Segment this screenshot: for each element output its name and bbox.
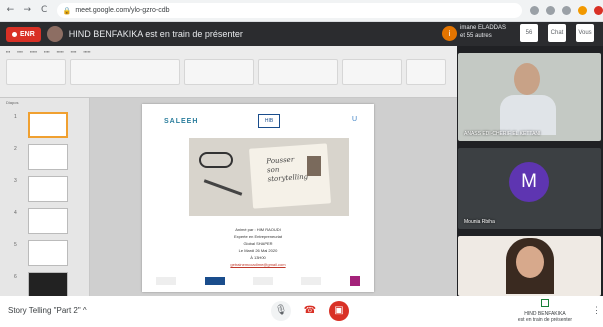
current-slide: SALEEH HIB U Pousser son storytelling An… bbox=[142, 104, 374, 292]
meeting-details[interactable]: Story Telling "Part 2" ^ bbox=[8, 306, 87, 315]
participant-name: ANASS EDI-CHERIF EL KETTANI bbox=[464, 131, 541, 137]
presenting-banner: HIND BENFAKIKA est en train de présenter bbox=[68, 29, 243, 39]
participant-video bbox=[500, 63, 556, 135]
participant-avatar: M bbox=[509, 162, 549, 202]
slides-panel: Diapos 1 2 3 4 5 6 bbox=[0, 98, 90, 298]
presenter-line: Animé par : HIM RAOUDI bbox=[235, 227, 281, 232]
eu-flag-logo bbox=[204, 277, 225, 285]
partner-logo bbox=[252, 277, 273, 285]
hem-logo bbox=[301, 277, 322, 285]
back-button[interactable]: ← bbox=[4, 4, 17, 17]
video-face bbox=[516, 246, 544, 278]
star-icon[interactable] bbox=[546, 6, 556, 15]
address-bar[interactable]: 🔒 meet.google.com/ylo-gzro-cdb bbox=[56, 3, 523, 18]
participant-tile[interactable] bbox=[458, 236, 601, 296]
present-screen-icon bbox=[541, 299, 549, 307]
ribbon-tabs: ▪▪▪ ▪▪▪▪ ▪▪▪▪▪ ▪▪▪▪ ▪▪▪▪▪ ▪▪▪▪ ▪▪▪▪▪ bbox=[6, 49, 91, 54]
participant-tile[interactable]: M Mounia Rbiha bbox=[458, 148, 601, 229]
slide-details: Animé par : HIM RAOUDI Experte en Entrep… bbox=[142, 226, 374, 268]
presenting-label: est en train de présenter bbox=[517, 317, 573, 323]
date-line: Le Mardi 26 Mai 2020 bbox=[238, 248, 278, 253]
participants-summary[interactable]: imane ELADDAS et 55 autres bbox=[460, 24, 506, 40]
slide-hero-image: Pousser son storytelling bbox=[189, 138, 349, 216]
role-line: Experte en Entrepreneuriat bbox=[233, 234, 283, 239]
participant-count: et 55 autres bbox=[460, 33, 492, 39]
people-icon[interactable]: 56 bbox=[520, 24, 538, 42]
university-logo: U bbox=[352, 116, 358, 123]
slide-thumbnail[interactable] bbox=[28, 112, 68, 138]
auf-logo bbox=[156, 277, 177, 285]
email-link[interactable]: getrainemcoadime@gmail.com bbox=[142, 261, 374, 268]
ribbon-groups bbox=[0, 57, 457, 87]
slide-thumbnail[interactable] bbox=[28, 208, 68, 234]
microphone-button[interactable]: 🎙 bbox=[271, 301, 291, 321]
record-icon bbox=[12, 31, 17, 37]
ribbon-group bbox=[6, 59, 66, 85]
chevron-up-icon: ^ bbox=[82, 306, 87, 315]
recording-label: ENR bbox=[20, 30, 35, 38]
slide-number: 4 bbox=[14, 210, 17, 216]
slide-number: 2 bbox=[14, 146, 17, 152]
slide-number: 1 bbox=[14, 114, 17, 120]
time-line: À 13H00 bbox=[250, 255, 266, 260]
extension-icon[interactable] bbox=[578, 6, 588, 15]
extension-icon[interactable] bbox=[530, 6, 540, 15]
slide-number: 6 bbox=[14, 274, 17, 280]
slide-thumbnail[interactable] bbox=[28, 176, 68, 202]
video-body bbox=[500, 95, 556, 135]
participant-avatar: i bbox=[442, 26, 457, 41]
url-text: meet.google.com/ylo-gzro-cdb bbox=[75, 7, 170, 14]
slide-number: 5 bbox=[14, 242, 17, 248]
video-head bbox=[514, 63, 540, 95]
reload-button[interactable]: C bbox=[38, 4, 51, 17]
forward-button[interactable]: → bbox=[21, 4, 34, 17]
self-view-button[interactable]: Vous bbox=[576, 24, 594, 42]
participant-tile[interactable]: ANASS EDI-CHERIF EL KETTANI bbox=[458, 53, 601, 141]
panel-tabs: Diapos bbox=[6, 100, 19, 105]
ribbon-group bbox=[184, 59, 254, 85]
more-options-button[interactable]: ⋮ bbox=[592, 305, 601, 316]
lock-icon: 🔒 bbox=[62, 6, 72, 15]
top-right-controls: 56 Chat Vous bbox=[520, 24, 594, 42]
glasses-image bbox=[199, 152, 233, 168]
camera-button[interactable]: ▣ bbox=[329, 301, 349, 321]
extension-icon[interactable] bbox=[562, 6, 572, 15]
slide-thumbnail[interactable] bbox=[28, 240, 68, 266]
speaker-photo bbox=[307, 156, 321, 176]
slide-number: 3 bbox=[14, 178, 17, 184]
pen-image bbox=[203, 179, 243, 196]
saleeh-logo: SALEEH bbox=[164, 118, 199, 125]
extension-icons bbox=[530, 6, 603, 15]
profile-icon[interactable] bbox=[594, 6, 603, 15]
slide-thumbnail[interactable] bbox=[28, 144, 68, 170]
participant-name: Mounia Rbiha bbox=[464, 219, 495, 225]
presenter-avatar bbox=[46, 26, 63, 42]
sponsor-logo bbox=[349, 276, 360, 286]
ribbon-group bbox=[70, 59, 180, 85]
hero-title: Pousser son storytelling bbox=[266, 155, 308, 185]
org-line: Global SHAPER bbox=[243, 241, 273, 246]
slide-canvas: SALEEH HIB U Pousser son storytelling An… bbox=[90, 98, 457, 296]
shared-screen: ▪▪▪ ▪▪▪▪ ▪▪▪▪▪ ▪▪▪▪ ▪▪▪▪▪ ▪▪▪▪ ▪▪▪▪▪ Diapos 1 … bbox=[0, 46, 457, 298]
partner-logo: HIB bbox=[258, 114, 280, 128]
chat-button[interactable]: Chat bbox=[548, 24, 566, 42]
meeting-controls-bar: Story Telling "Part 2" ^ 🎙 ☎ ▣ HIND BENF… bbox=[0, 296, 603, 327]
footer-logos bbox=[142, 276, 374, 286]
presenting-status[interactable]: HIND BENFAKIKA est en train de présenter bbox=[500, 299, 590, 323]
ribbon-group bbox=[342, 59, 402, 85]
meet-header: ENR HIND BENFAKIKA est en train de prése… bbox=[0, 22, 603, 46]
meeting-title: Story Telling "Part 2" bbox=[8, 306, 81, 315]
ribbon-group bbox=[406, 59, 446, 85]
ribbon-group bbox=[258, 59, 338, 85]
slide-thumbnail[interactable] bbox=[28, 272, 68, 298]
hang-up-button[interactable]: ☎ bbox=[300, 301, 320, 321]
browser-toolbar: ← → C 🔒 meet.google.com/ylo-gzro-cdb bbox=[0, 0, 603, 22]
participant-name: imane ELADDAS bbox=[460, 25, 507, 31]
recording-badge: ENR bbox=[6, 26, 41, 42]
presentation-ribbon: ▪▪▪ ▪▪▪▪ ▪▪▪▪▪ ▪▪▪▪ ▪▪▪▪▪ ▪▪▪▪ ▪▪▪▪▪ bbox=[0, 46, 457, 98]
